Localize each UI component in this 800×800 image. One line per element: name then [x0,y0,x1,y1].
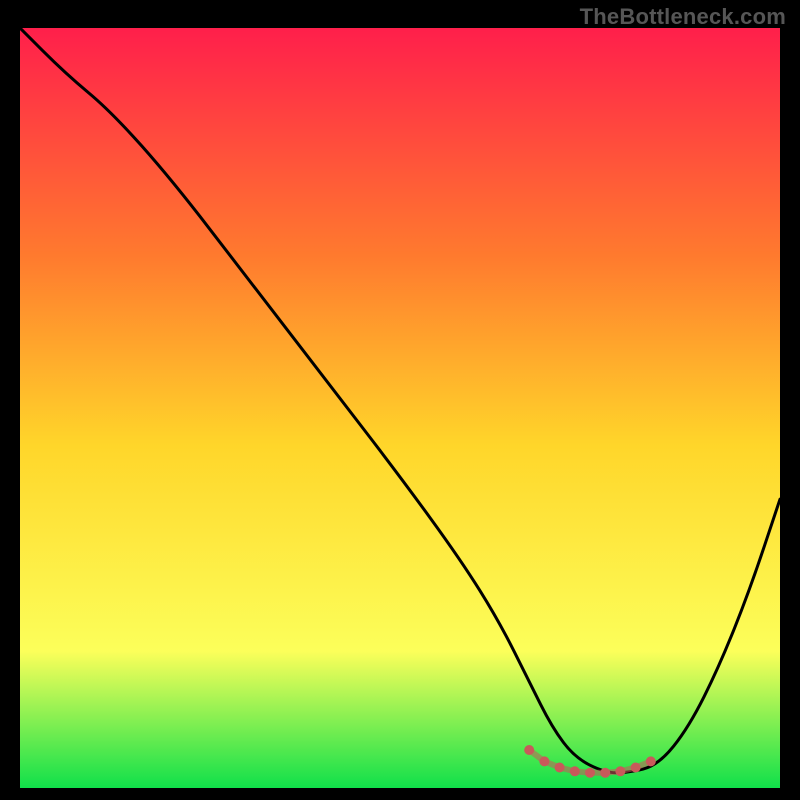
optimal-marker [646,756,656,766]
optimal-marker [570,766,580,776]
chart-plot-area [20,28,780,788]
chart-frame: TheBottleneck.com [0,0,800,800]
optimal-marker [615,766,625,776]
optimal-marker [555,763,565,773]
gradient-background [20,28,780,788]
watermark-text: TheBottleneck.com [580,4,786,30]
optimal-marker [524,745,534,755]
optimal-marker [631,763,641,773]
optimal-marker [585,768,595,778]
chart-svg [20,28,780,788]
optimal-marker [539,756,549,766]
optimal-marker [600,768,610,778]
